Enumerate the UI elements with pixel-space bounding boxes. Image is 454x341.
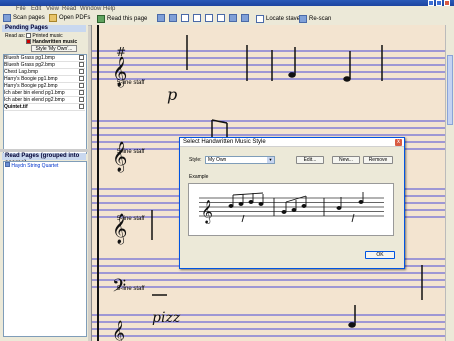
file-checkbox[interactable]: [79, 90, 84, 95]
read-this-page-label: Read this page: [107, 16, 148, 22]
read-pages-list: [3, 161, 87, 337]
file-checkbox[interactable]: [79, 83, 84, 88]
menu-view[interactable]: View: [46, 6, 59, 13]
file-checkbox[interactable]: [79, 104, 84, 109]
zoom-in-icon[interactable]: [181, 14, 189, 22]
svg-text:p: p: [167, 85, 177, 104]
style-select-value: My Own: [208, 157, 227, 163]
score-item-label: Haydn String Quartet: [11, 163, 59, 169]
rescan-icon: [299, 15, 307, 23]
list-item[interactable]: Harry's Boogie pg2.bmp: [4, 83, 85, 90]
open-pdfs-label: Open PDFs: [59, 15, 91, 21]
example-label: Example: [189, 174, 209, 180]
pending-pages-header: Pending Pages: [2, 25, 86, 32]
svg-text:pizz: pizz: [152, 310, 181, 326]
scrollbar-thumb[interactable]: [447, 55, 453, 125]
edit-style-button[interactable]: Edit...: [296, 156, 324, 164]
rescan-label: Re-scan: [309, 16, 332, 22]
list-item[interactable]: Harry's Boogie pg1.bmp: [4, 76, 85, 83]
locate-staves-label: Locate staves: [266, 16, 304, 22]
list-item[interactable]: Chest Lag.bmp: [4, 69, 85, 76]
menu-file[interactable]: File: [16, 6, 26, 13]
read-this-page-button[interactable]: Read this page: [97, 14, 147, 24]
list-item[interactable]: Bluesh Grass pg2.bmp: [4, 62, 85, 69]
staff-label: 5-line staff: [117, 286, 145, 292]
zoom-width-icon[interactable]: [217, 14, 225, 22]
example-preview: 𝄞: [188, 183, 394, 236]
example-notation: 𝄞: [199, 192, 384, 224]
staff-label: 5-line staff: [117, 216, 145, 222]
scan-pages-button[interactable]: Scan pages: [3, 13, 45, 23]
scan-pages-label: Scan pages: [13, 15, 45, 21]
dialog-close-icon[interactable]: x: [395, 139, 402, 146]
staff-label: 5-line staff: [117, 80, 145, 86]
printed-music-checkbox[interactable]: [26, 33, 31, 39]
file-checkbox[interactable]: [79, 97, 84, 102]
list-item[interactable]: Quintet.tif: [4, 104, 85, 111]
menu-read[interactable]: Read: [62, 6, 76, 13]
locate-staves-button[interactable]: Locate staves: [256, 14, 303, 24]
score-item[interactable]: Haydn String Quartet: [5, 162, 58, 169]
list-item[interactable]: Bluesh Grass pg1.bmp: [4, 55, 85, 62]
style-my-own-button[interactable]: Style 'My Own'...: [31, 45, 77, 52]
folder-icon: [49, 14, 57, 22]
menu-help[interactable]: Help: [103, 6, 115, 13]
zoom-out-icon[interactable]: [193, 14, 201, 22]
arrow-up-icon[interactable]: [157, 14, 165, 22]
score-scrollbar[interactable]: [445, 25, 454, 341]
deskew-icon[interactable]: [241, 14, 249, 22]
list-item[interactable]: Ich aber bin elend pg2.bmp: [4, 97, 85, 104]
file-checkbox[interactable]: [79, 76, 84, 81]
menu-window[interactable]: Window: [80, 6, 101, 13]
scanner-icon: [3, 14, 11, 22]
menu-edit[interactable]: Edit: [31, 6, 41, 13]
score-icon: [5, 162, 10, 167]
menu-bar: File Edit View Read Window Help: [0, 6, 454, 13]
new-style-button[interactable]: New...: [332, 156, 360, 164]
remove-style-button[interactable]: Remove: [363, 156, 393, 164]
arrow-down-icon[interactable]: [169, 14, 177, 22]
zoom-fit-icon[interactable]: [205, 14, 213, 22]
staff-label: 5-line staff: [117, 149, 145, 155]
open-pdfs-button[interactable]: Open PDFs: [49, 13, 90, 23]
read-pages-header: Read Pages (grouped into scores): [2, 153, 86, 166]
ok-button[interactable]: OK: [365, 251, 395, 259]
svg-text:𝄞: 𝄞: [112, 141, 127, 173]
file-checkbox[interactable]: [79, 62, 84, 67]
read-as-label: Read as:: [5, 33, 26, 39]
rotate-icon[interactable]: [229, 14, 237, 22]
svg-text:#: #: [116, 45, 126, 59]
select-style-dialog: Select Handwritten Music Style x Style: …: [179, 137, 405, 269]
svg-text:𝄞: 𝄞: [112, 320, 125, 341]
svg-text:𝄞: 𝄞: [201, 199, 213, 224]
file-checkbox[interactable]: [79, 55, 84, 60]
view-tools: [157, 14, 249, 22]
style-label: Style:: [189, 157, 202, 163]
file-checkbox[interactable]: [79, 69, 84, 74]
rescan-button[interactable]: Re-scan: [299, 14, 331, 24]
handwritten-music-checkbox[interactable]: [26, 39, 31, 45]
list-item[interactable]: Ich aber bin elend pg1.bmp: [4, 90, 85, 97]
pane-splitter[interactable]: [0, 149, 88, 152]
play-icon: [97, 15, 105, 23]
staves-icon: [256, 15, 264, 23]
left-pane: Pending Pages Read as: Printed music Han…: [0, 25, 88, 341]
chevron-down-icon: ▼: [267, 157, 274, 163]
style-select[interactable]: My Own ▼: [205, 156, 275, 164]
dialog-title: Select Handwritten Music Style: [180, 138, 404, 147]
